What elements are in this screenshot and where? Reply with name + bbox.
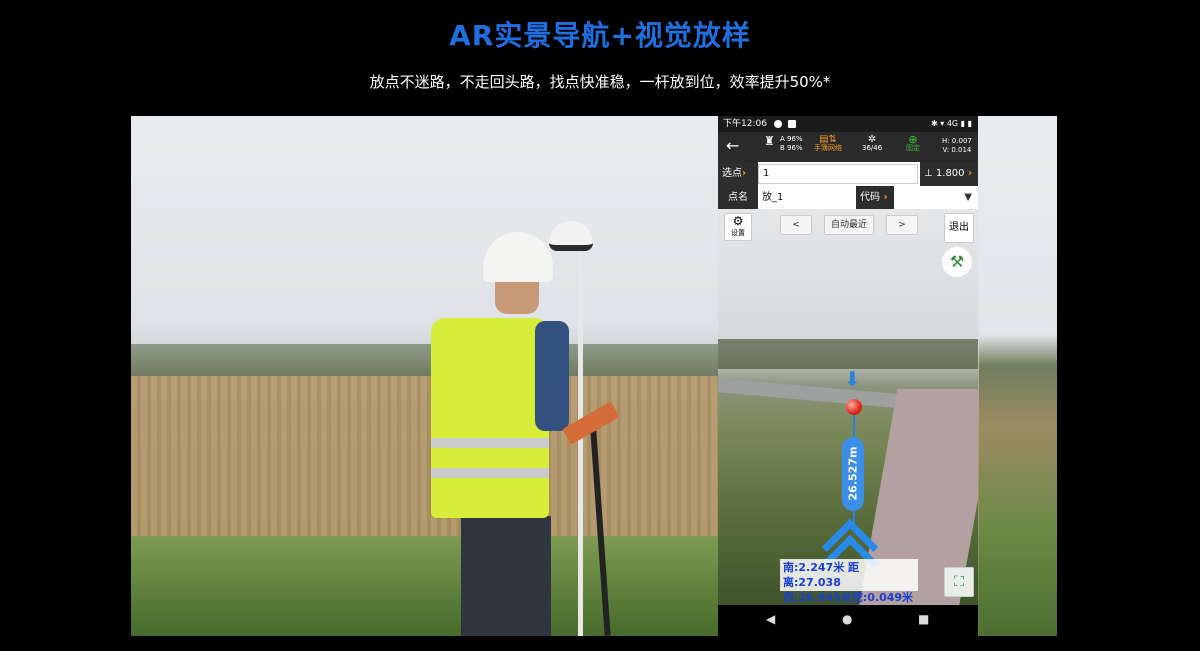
receiver-icon: ♜ <box>764 134 775 148</box>
point-name-input[interactable]: 放_1 <box>758 186 783 210</box>
ar-path <box>718 378 919 410</box>
worker-legs <box>461 516 551 636</box>
worker-arm <box>535 321 569 431</box>
tree-line <box>131 344 721 376</box>
point-name-row: 点名 放_1 代码 › ▼ <box>718 186 978 210</box>
location-icon <box>774 120 782 128</box>
prev-point-button[interactable]: < <box>780 215 812 235</box>
next-point-button[interactable]: > <box>886 215 918 235</box>
point-select-row: 选点› 1 ⊥ 1.800 › <box>718 162 978 186</box>
nav-recents-icon[interactable]: ■ <box>918 612 929 626</box>
notification-icon <box>788 120 796 128</box>
network-button[interactable]: ▤⇅ 手簿网络 <box>814 135 842 153</box>
nav-back-icon[interactable]: ◀ <box>766 612 775 626</box>
page-subtitle: 放点不迷路，不走回头路，找点快准稳，一杆放到位，效率提升50%* <box>369 73 831 91</box>
quality-readout: A 96% B 96% <box>780 135 803 152</box>
clipboard-icon: ▤⇅ <box>819 134 837 145</box>
height-icon: ⊥ <box>924 168 933 179</box>
satellite-button[interactable]: ✲ 36/46 <box>862 135 882 153</box>
layer-button[interactable]: ⛶ <box>944 567 974 597</box>
antenna-height-button[interactable]: ⊥ 1.800 › <box>920 162 978 186</box>
ar-tree-line <box>718 339 978 369</box>
vest-stripe <box>431 438 549 448</box>
ar-view[interactable]: ⚙ 设置 < 自动最近 > 退出 ⚒ ⬇ 26.527m 南:2.247米 距离… <box>718 209 978 605</box>
point-select-input[interactable]: 1 <box>758 164 918 184</box>
pick-point-button[interactable]: ⚒ <box>942 247 972 277</box>
code-dropdown[interactable]: ▼ <box>894 186 978 210</box>
code-button[interactable]: 代码 › <box>856 186 894 210</box>
fix-status-button[interactable]: ⊕ 固定 <box>906 133 920 153</box>
field-photo-right <box>979 116 1057 636</box>
settings-button[interactable]: ⚙ 设置 <box>724 213 752 241</box>
satellite-icon: ✲ <box>867 134 877 145</box>
safety-vest <box>431 318 549 518</box>
target-point-marker <box>846 399 862 415</box>
crosshair-icon: ⊕ <box>908 133 918 146</box>
phone-screen: 下午12:06 ✱ ▾ 4G ▮ ▮ ← ♜ A 96% B 96% ▤⇅ 手簿… <box>718 116 978 636</box>
status-icons: ✱ ▾ 4G ▮ ▮ <box>931 119 972 128</box>
grass-area <box>131 536 721 636</box>
stakeout-offset-panel: 南:2.247米 距离:27.038 西:26.945米挖:0.049米 <box>780 559 918 604</box>
distance-label: 26.527m <box>842 437 864 511</box>
gear-icon: ⚙ <box>732 214 744 228</box>
wheat-field <box>131 376 721 556</box>
precision-readout: H: 0.007 V: 0.014 <box>942 137 972 154</box>
chevron-down-icon: ▼ <box>964 192 972 203</box>
survey-toolbar: ← ♜ A 96% B 96% ▤⇅ 手簿网络 ✲ 36/46 ⊕ 固定 H: … <box>718 132 978 162</box>
page-title: AR实景导航+视觉放样 <box>449 19 751 52</box>
android-nav-bar: ◀ ● ■ <box>718 605 978 636</box>
hard-hat <box>483 232 553 282</box>
vest-stripe <box>431 468 549 478</box>
point-select-button[interactable]: 选点› <box>718 162 758 186</box>
nav-home-icon[interactable]: ● <box>842 612 852 626</box>
status-time: 下午12:06 <box>723 119 767 129</box>
arrow-left-icon[interactable]: ← <box>726 136 739 155</box>
exit-button[interactable]: 退出 <box>944 213 974 243</box>
target-arrow-icon: ⬇ <box>844 367 861 391</box>
auto-nearest-button[interactable]: 自动最近 <box>824 215 874 235</box>
status-bar: 下午12:06 ✱ ▾ 4G ▮ ▮ <box>718 116 978 132</box>
point-name-label: 点名 <box>718 186 758 210</box>
